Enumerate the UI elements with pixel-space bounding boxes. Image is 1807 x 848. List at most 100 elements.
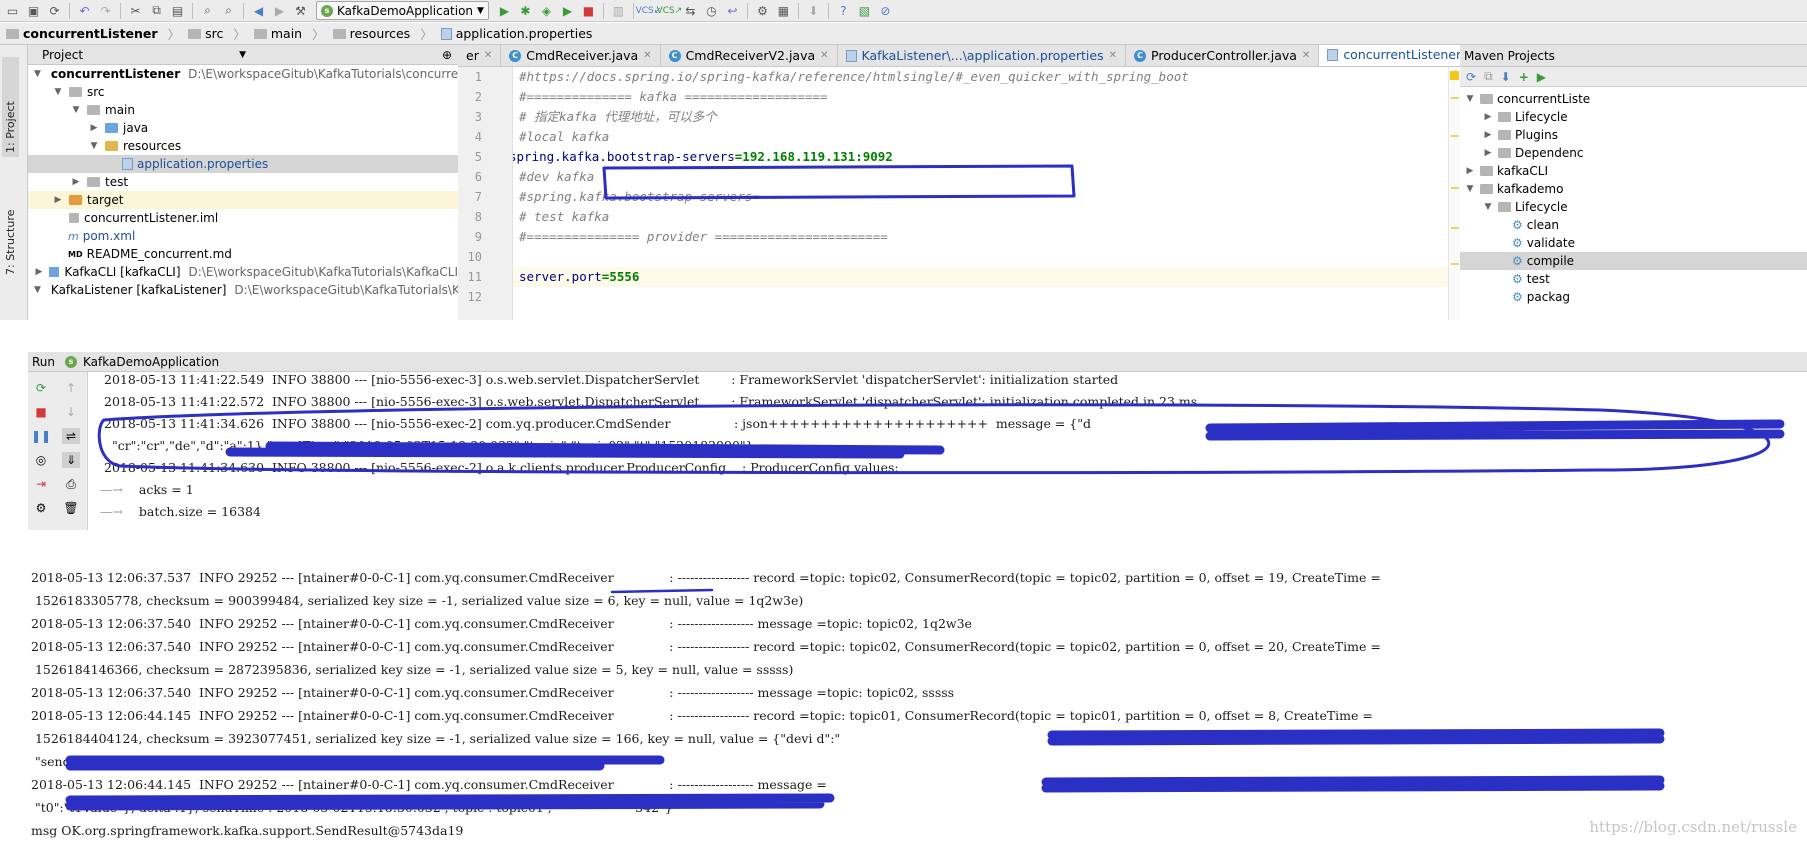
build-icon[interactable]: ⚒ [292,2,309,19]
tree-item[interactable]: ▶ java [28,119,458,137]
soft-wrap-icon[interactable]: ⇌ [62,428,80,444]
close-icon[interactable]: ✕ [643,50,651,61]
maven-goal[interactable]: ⚙ clean [1512,216,1559,234]
dump-threads-icon[interactable]: ◎ [32,452,50,468]
replace-icon[interactable]: ⌕ [220,2,237,19]
tab-project[interactable]: 1: Project [2,57,19,157]
generate-sources-icon[interactable]: ⧉ [1484,69,1493,84]
save-icon[interactable]: ▣ [25,2,42,19]
tree-item[interactable]: ▶ target [28,191,458,209]
print-icon[interactable]: ⎙ [62,476,80,492]
revert-icon[interactable]: ↩ [724,2,741,19]
run-config-tab[interactable]: KafkaDemoApplication [83,355,219,369]
coverage-icon[interactable]: ◈ [538,2,555,19]
tab-cmdreceiver[interactable]: C CmdReceiver.java ✕ [501,45,661,66]
maven-goal-selected[interactable]: ⚙ compile [1460,252,1807,270]
run-icon[interactable]: ▶ [496,2,513,19]
sdk-icon[interactable]: ⬇ [805,2,822,19]
stripe-marker[interactable] [1451,227,1459,229]
breadcrumb-item[interactable]: application.properties [440,26,601,41]
maven-tree-item[interactable]: ▶ Lifecycle [1482,108,1568,126]
attach-icon[interactable]: ▥ [610,2,627,19]
download-icon[interactable]: ⬇ [1501,70,1511,84]
tree-item[interactable]: ▼ concurrentListener D:\E\workspaceGitub\K… [28,65,458,83]
breadcrumb-item[interactable]: main 〉 [253,24,333,43]
tree-item[interactable]: ▼ main [28,101,458,119]
breadcrumb-item[interactable]: resources 〉 [332,24,441,43]
tree-item-selected[interactable]: application.properties [28,155,458,173]
code-editor[interactable]: #https://docs.spring.io/spring-kafka/ref… [513,67,1448,320]
forward-icon[interactable]: ▶ [271,2,288,19]
scroll-to-end-icon[interactable]: ⇓ [62,452,80,468]
profile-icon[interactable]: ▶ [559,2,576,19]
stripe-marker[interactable] [1451,187,1459,189]
close-icon[interactable]: ✕ [820,50,828,61]
tab-concurrentlistener-properties[interactable]: concurrentListener\...\application.prope… [1319,45,1460,66]
activity-icon[interactable]: ▧ [856,2,873,19]
run-console[interactable]: 2018-05-13 11:41:22.549 INFO 38800 --- [… [88,372,1807,530]
open-icon[interactable]: ▭ [4,2,21,19]
vcs-commit-icon[interactable]: VCS↗ [657,2,683,19]
maven-goal[interactable]: ⚙ packag [1512,288,1570,306]
close-icon[interactable]: ✕ [484,50,492,61]
reimport-icon[interactable]: ⟳ [1466,70,1476,84]
maven-tree-item[interactable]: ▼ Lifecycle [1482,198,1568,216]
tab-producercontroller[interactable]: C ProducerController.java ✕ [1126,45,1320,66]
chevron-down-icon[interactable]: ▼ [239,50,246,60]
tree-item[interactable]: m pom.xml [28,227,458,245]
settings-icon[interactable]: ⚙ [754,2,771,19]
close-icon[interactable]: ✕ [1109,50,1117,61]
paste-icon[interactable]: ▤ [169,2,186,19]
pause-icon[interactable]: ❚❚ [31,428,51,444]
tree-item[interactable]: ▶ KafkaCLI [kafkaCLI] D:\E\workspaceGitub\… [28,263,458,281]
vcs-update-icon[interactable]: VCS↙ [636,2,662,19]
project-structure-icon[interactable]: ▦ [775,2,792,19]
back-icon[interactable]: ◀ [250,2,267,19]
debug-icon[interactable]: ✱ [517,2,534,19]
maven-tree-item[interactable]: ▶ Dependenc [1482,144,1584,162]
maven-goal[interactable]: ⚙ validate [1512,234,1575,252]
warning-marker[interactable] [1450,71,1459,80]
vcs-history-icon[interactable]: ◷ [703,2,720,19]
maven-tree-item[interactable]: ▶ Plugins [1482,126,1558,144]
find-icon[interactable]: ⌕ [199,2,216,19]
copy-icon[interactable]: ⧉ [148,2,165,19]
scroll-down-icon[interactable]: ↓ [62,404,80,420]
breadcrumb-item[interactable]: src 〉 [188,24,254,43]
breadcrumb-item[interactable]: concurrentListener 〉 [6,24,188,43]
maven-tree-item[interactable]: ▼ kafkademo [1464,180,1564,198]
tree-item[interactable]: ▼ src [28,83,458,101]
maven-goal[interactable]: ⚙ test [1512,270,1550,288]
editor-error-stripe[interactable] [1448,67,1460,320]
run-config-select[interactable]: s KafkaDemoApplication ▼ [316,1,489,20]
scroll-up-icon[interactable]: ↑ [62,380,80,396]
stripe-marker[interactable] [1451,263,1459,265]
stripe-marker[interactable] [1451,135,1459,137]
rerun-icon[interactable]: ⟳ [32,380,50,396]
tab-cmdreceiverv2[interactable]: C CmdReceiverV2.java ✕ [661,45,838,66]
locate-icon[interactable]: ⊕ [442,48,452,62]
maven-tree-item[interactable]: ▼ concurrentListe [1464,90,1591,108]
tree-item[interactable]: concurrentListener.iml [28,209,458,227]
tree-item[interactable]: ▼ resources [28,137,458,155]
redo-icon[interactable]: ↷ [97,2,114,19]
tab-er[interactable]: er ✕ [458,45,502,66]
tree-item[interactable]: MD README_concurrent.md [28,245,458,263]
add-icon[interactable]: + [1519,70,1529,84]
exit-icon[interactable]: ⇥ [32,476,50,492]
close-icon[interactable]: ✕ [1302,50,1310,61]
maven-tree-item[interactable]: ▶ kafkaCLI [1464,162,1548,180]
trash-icon[interactable]: 🗑 [62,500,80,516]
vcs-compare-icon[interactable]: ⇆ [682,2,699,19]
settings-icon[interactable]: ⚙ [32,500,50,516]
undo-icon[interactable]: ↶ [76,2,93,19]
tree-item[interactable]: ▼ KafkaListener [kafkaListener] D:\E\works… [28,281,458,299]
stop-icon[interactable]: ■ [32,404,50,420]
tree-item[interactable]: ▶ test [28,173,458,191]
tab-kafkalistener-properties[interactable]: KafkaListener\...\application.properties… [838,45,1127,66]
help-icon[interactable]: ? [835,2,852,19]
sync-icon[interactable]: ⟳ [46,2,63,19]
tab-structure[interactable]: 7: Structure [4,185,17,275]
no-entry-icon[interactable]: ⊘ [877,2,894,19]
stripe-marker[interactable] [1451,97,1459,99]
